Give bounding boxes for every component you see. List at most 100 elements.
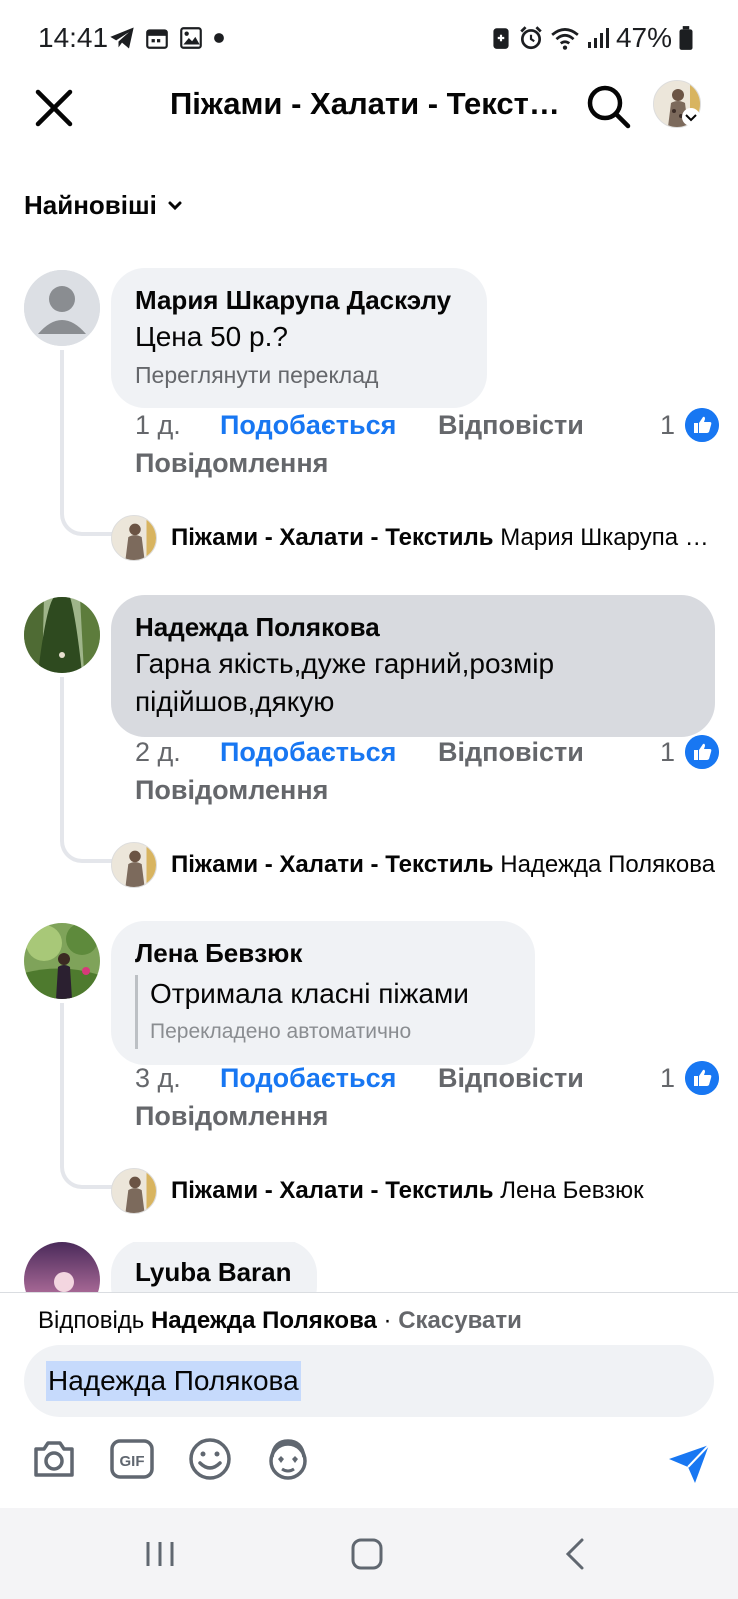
avatar[interactable]	[24, 597, 100, 673]
reply-prefix: Відповідь	[38, 1307, 145, 1334]
svg-text:GIF: GIF	[120, 1453, 145, 1470]
gallery-icon	[180, 27, 202, 49]
reply-button[interactable]: Відповісти	[438, 1063, 584, 1094]
like-icon[interactable]	[685, 408, 719, 442]
comment-bubble[interactable]: Надежда Полякова Гарна якість,дуже гарни…	[111, 595, 715, 737]
header: Піжами - Халати - Текстиль	[0, 70, 738, 166]
back-icon[interactable]	[556, 1534, 596, 1574]
reply-author: Піжами - Халати - Текстиль	[171, 524, 494, 551]
status-bar: 14:41 47%	[0, 0, 738, 80]
comment-bubble[interactable]: Lyuba Baran	[111, 1242, 317, 1292]
composer-toolbar: GIF	[0, 1435, 738, 1495]
battery-saver-icon	[493, 28, 509, 49]
reply-button[interactable]: Відповісти	[438, 737, 584, 768]
cancel-reply-button[interactable]: Скасувати	[398, 1307, 522, 1334]
reply-author: Піжами - Халати - Текстиль	[171, 851, 494, 878]
message-button[interactable]: Повідомлення	[135, 1101, 328, 1132]
see-translation-link[interactable]: Переглянути переклад	[135, 358, 463, 392]
send-icon[interactable]	[665, 1439, 713, 1487]
comment-input-value[interactable]: Надежда Полякова	[46, 1361, 301, 1401]
user-photo-icon	[24, 923, 100, 999]
comment-bubble[interactable]: Мария Шкарупа Даскэлу Цена 50 р.? Перегл…	[111, 268, 487, 408]
message-button[interactable]: Повідомлення	[135, 448, 328, 479]
separator: ·	[376, 1307, 399, 1334]
reply-target: Надежда Полякова	[150, 1307, 377, 1334]
chevron-down-icon	[168, 201, 182, 210]
avatar[interactable]	[24, 1242, 100, 1292]
like-icon[interactable]	[685, 735, 719, 769]
thread-line	[60, 677, 112, 863]
page-avatar	[111, 842, 157, 888]
page-photo-icon	[112, 843, 156, 887]
home-icon[interactable]	[347, 1534, 387, 1574]
reply-preview-text: Піжами - Халати - Текстиль Лена Бевзюк	[171, 1177, 644, 1205]
signal-icon	[587, 28, 609, 48]
close-icon[interactable]	[28, 82, 80, 134]
avatar-sticker-icon[interactable]	[264, 1435, 312, 1483]
replying-to-bar: Відповідь Надежда Полякова · Скасувати	[38, 1307, 522, 1335]
reply-preview-snippet: Надежда Полякова	[500, 851, 716, 878]
camera-icon[interactable]	[30, 1435, 78, 1483]
search-icon[interactable]	[584, 82, 632, 130]
comment-author[interactable]: Lyuba Baran	[135, 1254, 293, 1290]
dot-icon	[214, 33, 224, 43]
translated-quote: Отримала класні піжами Перекладено автом…	[135, 975, 511, 1049]
battery-percent: 47%	[615, 22, 672, 53]
comment-time: 1 д.	[135, 410, 181, 440]
comment-input[interactable]: Надежда Полякова	[24, 1345, 714, 1417]
status-notification-icons	[108, 24, 226, 52]
reaction-count[interactable]: 1	[660, 410, 675, 441]
calendar-icon	[146, 29, 168, 49]
sort-dropdown[interactable]: Найновіші	[24, 190, 185, 221]
chevron-down-icon[interactable]	[682, 108, 700, 126]
like-button[interactable]: Подобається	[220, 410, 396, 441]
reply-preview[interactable]: Піжами - Халати - Текстиль Надежда Поляк…	[111, 841, 721, 889]
battery-icon	[679, 26, 693, 50]
comment-author[interactable]: Лена Бевзюк	[135, 935, 511, 971]
reply-preview-snippet: Мария Шкарупа Даскэлу	[500, 524, 721, 551]
comment-actions: 1 д. Подобається Відповісти Повідомлення…	[135, 408, 719, 486]
reaction-count[interactable]: 1	[660, 737, 675, 768]
reaction-count[interactable]: 1	[660, 1063, 675, 1094]
comment-composer: Відповідь Надежда Полякова · Скасувати Н…	[0, 1292, 738, 1508]
comment-bubble[interactable]: Лена Бевзюк Отримала класні піжами Перек…	[111, 921, 535, 1065]
reply-preview[interactable]: Піжами - Халати - Текстиль Лена Бевзюк	[111, 1167, 721, 1215]
comment-author[interactable]: Надежда Полякова	[135, 609, 691, 645]
sort-label: Найновіші	[24, 190, 157, 220]
comment-text: Отримала класні піжами	[150, 978, 469, 1009]
avatar[interactable]	[24, 270, 100, 346]
emoji-icon[interactable]	[186, 1435, 234, 1483]
recent-apps-icon[interactable]	[140, 1534, 180, 1574]
thread-line	[60, 1003, 112, 1189]
telegram-icon	[110, 27, 134, 49]
comment-actions: 3 д. Подобається Відповісти Повідомлення…	[135, 1061, 719, 1139]
avatar[interactable]	[24, 923, 100, 999]
reply-button[interactable]: Відповісти	[438, 410, 584, 441]
system-navigation-bar	[0, 1508, 738, 1599]
comment-text: Цена 50 р.?	[135, 321, 288, 352]
reply-preview-snippet: Лена Бевзюк	[500, 1177, 644, 1204]
comment-author[interactable]: Мария Шкарупа Даскэлу	[135, 282, 463, 318]
wifi-icon	[551, 28, 579, 50]
reply-preview-text: Піжами - Халати - Текстиль Мария Шкарупа…	[171, 524, 721, 552]
user-photo-icon	[24, 597, 100, 673]
comment-text: Гарна якість,дуже гарний,розмір підійшов…	[135, 648, 555, 717]
reply-author: Піжами - Халати - Текстиль	[171, 1177, 494, 1204]
reply-preview-text: Піжами - Халати - Текстиль Надежда Поляк…	[171, 851, 715, 879]
like-icon[interactable]	[685, 1061, 719, 1095]
page-photo-icon	[112, 516, 156, 560]
like-button[interactable]: Подобається	[220, 737, 396, 768]
message-button[interactable]: Повідомлення	[135, 775, 328, 806]
thread-line	[60, 350, 112, 536]
reply-preview[interactable]: Піжами - Халати - Текстиль Мария Шкарупа…	[111, 514, 721, 562]
status-system-icons: 47%	[490, 22, 694, 54]
auto-translated-note[interactable]: Перекладено автоматично	[150, 1015, 511, 1049]
status-time: 14:41	[38, 22, 109, 53]
page-title: Піжами - Халати - Текстиль	[170, 86, 570, 121]
user-photo-icon	[24, 1242, 100, 1292]
default-avatar-icon	[24, 270, 100, 346]
comment-actions: 2 д. Подобається Відповісти Повідомлення…	[135, 735, 719, 813]
gif-icon[interactable]: GIF	[108, 1435, 156, 1483]
like-button[interactable]: Подобається	[220, 1063, 396, 1094]
comment-time: 3 д.	[135, 1063, 181, 1093]
